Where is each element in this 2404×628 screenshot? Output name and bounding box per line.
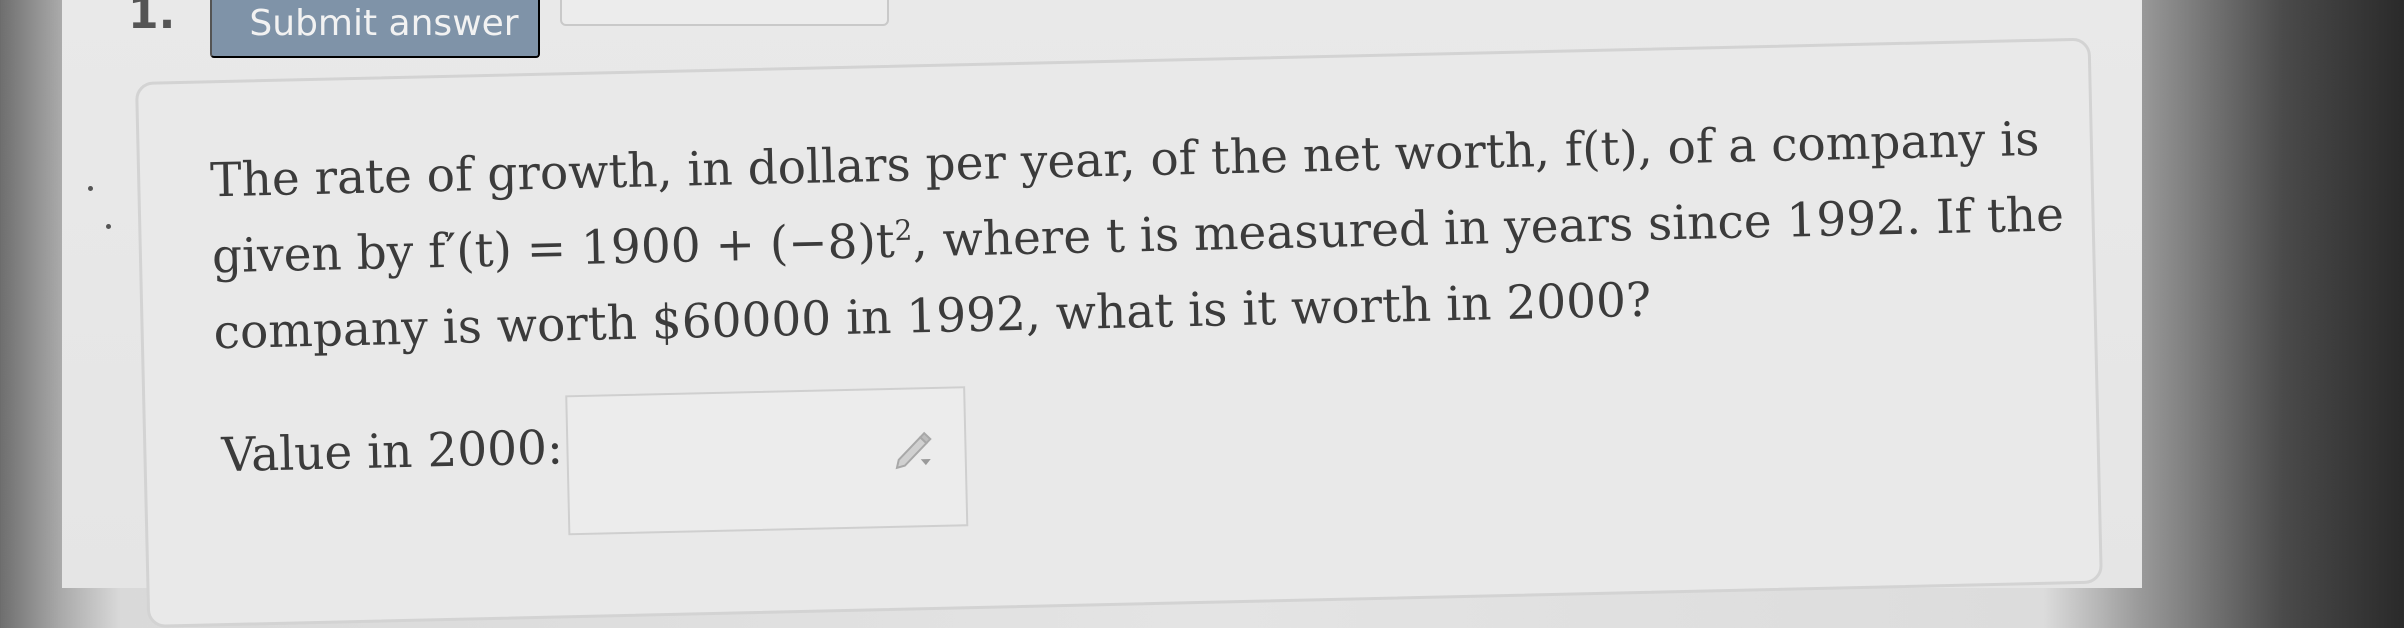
margin-dot	[106, 224, 111, 229]
answer-input[interactable]	[565, 386, 969, 536]
secondary-tab[interactable]	[560, 0, 889, 26]
submit-answer-button[interactable]: Submit answer	[210, 0, 540, 58]
formula-exponent: 2	[894, 213, 913, 248]
formula-text: given by f′(t) = 1900 + (−8)t	[211, 213, 896, 285]
margin-dot	[88, 186, 93, 191]
question-card: The rate of growth, in dollars per year,…	[135, 37, 2103, 628]
question-number: 1.	[128, 0, 176, 39]
question-line-2-rest: , where t is measured in years since 199…	[912, 187, 2065, 269]
pencil-icon[interactable]	[890, 425, 937, 472]
answer-label: Value in 2000:	[220, 420, 564, 484]
question-text: The rate of growth, in dollars per year,…	[209, 102, 2065, 371]
